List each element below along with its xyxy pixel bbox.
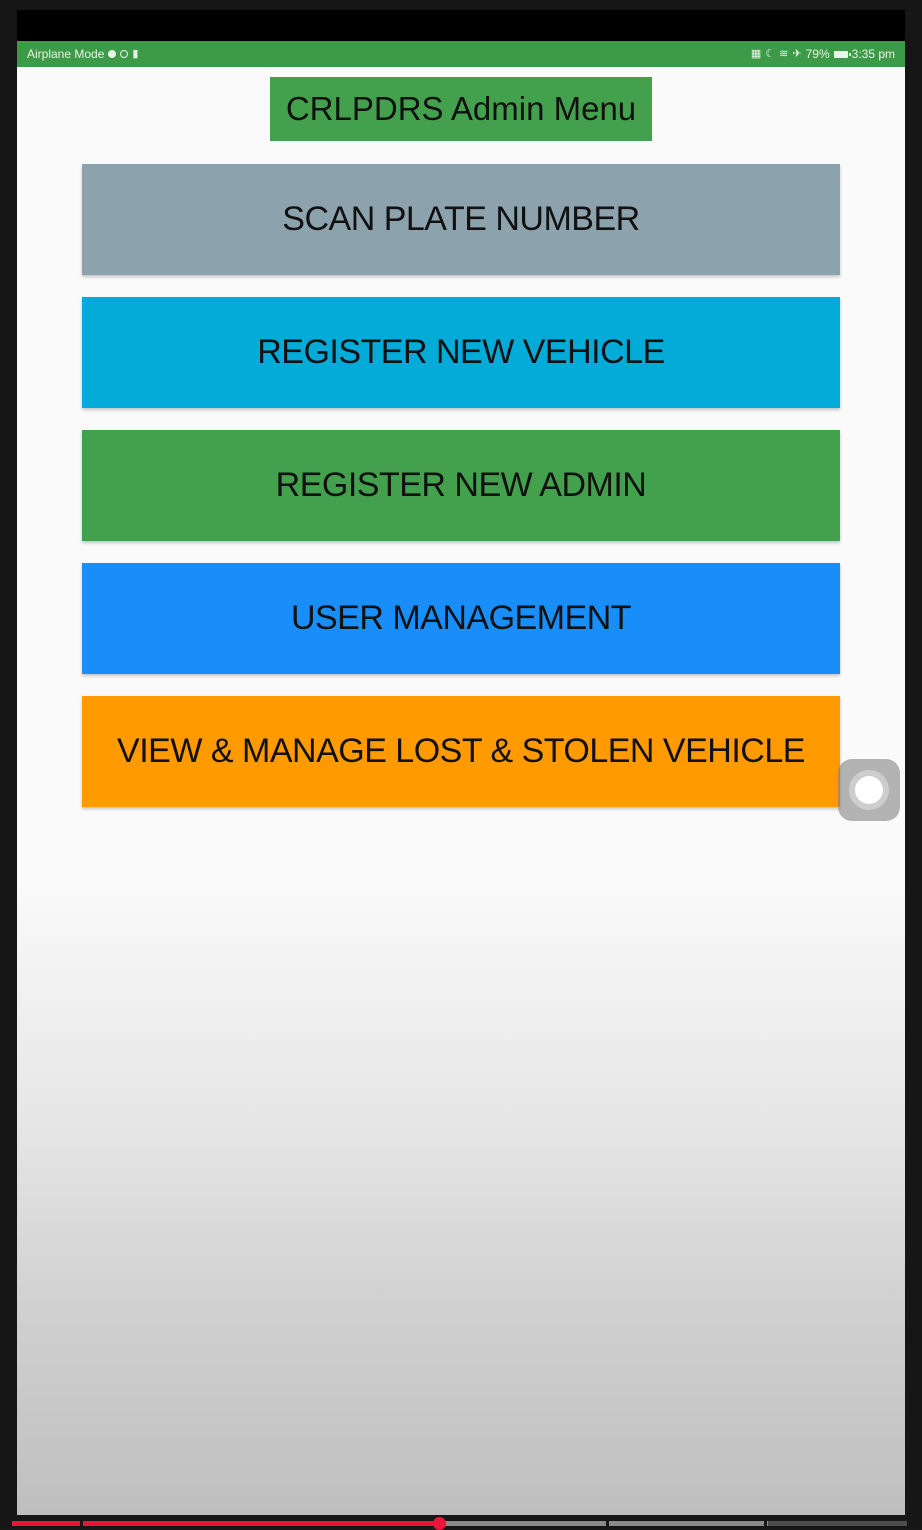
user-management-button[interactable]: USER MANAGEMENT: [82, 563, 840, 674]
lost-stolen-vehicle-label: VIEW & MANAGE LOST & STOLEN VEHICLE: [117, 732, 805, 770]
chapter-divider: [80, 1521, 83, 1526]
status-bar: Airplane Mode ▮ ▦ ☾ ≋ ✈ 79% 3:35 pm: [17, 41, 905, 67]
circle-icon: [120, 50, 129, 58]
airplane-icon: ✈: [792, 47, 802, 60]
chapter-divider: [764, 1521, 767, 1526]
page-title-text: CRLPDRS Admin Menu: [285, 90, 637, 127]
phone-screen: Airplane Mode ▮ ▦ ☾ ≋ ✈ 79% 3:35 pm CRLP…: [17, 41, 905, 1515]
status-bar-left: Airplane Mode ▮: [27, 47, 138, 61]
register-new-admin-label: REGISTER NEW ADMIN: [275, 466, 647, 504]
chapter-divider: [606, 1521, 609, 1526]
notification-icon: ▮: [132, 47, 139, 60]
register-new-vehicle-button[interactable]: REGISTER NEW VEHICLE: [82, 297, 840, 408]
status-bar-right: ▦ ☾ ≋ ✈ 79% 3:35 pm: [751, 47, 895, 61]
register-new-admin-button[interactable]: REGISTER NEW ADMIN: [82, 430, 840, 541]
video-played-bar: [12, 1521, 439, 1526]
battery-percent: 79%: [805, 47, 830, 61]
scan-plate-number-label: SCAN PLATE NUMBER: [282, 200, 640, 238]
assistive-touch-ring: [849, 770, 889, 810]
moon-icon: ☾: [765, 47, 776, 60]
video-progress-bar[interactable]: [12, 1517, 907, 1530]
wifi-icon: ≋: [779, 47, 789, 60]
battery-icon: [833, 50, 851, 58]
record-icon: [108, 50, 117, 58]
video-frame: Airplane Mode ▮ ▦ ☾ ≋ ✈ 79% 3:35 pm CRLP…: [0, 0, 922, 1530]
assistive-touch-core: [855, 776, 883, 804]
video-scrubber-handle[interactable]: [432, 1517, 446, 1530]
page-title: CRLPDRS Admin Menu: [270, 77, 652, 141]
airplane-mode-label: Airplane Mode: [27, 47, 105, 61]
sim-icon: ▦: [750, 47, 762, 60]
status-time: 3:35 pm: [851, 47, 895, 61]
lost-stolen-vehicle-button[interactable]: VIEW & MANAGE LOST & STOLEN VEHICLE: [82, 696, 840, 807]
video-letterbox-top: [17, 10, 905, 41]
register-new-vehicle-label: REGISTER NEW VEHICLE: [257, 333, 665, 371]
assistive-touch-icon[interactable]: [838, 759, 900, 821]
scan-plate-number-button[interactable]: SCAN PLATE NUMBER: [82, 164, 840, 275]
user-management-label: USER MANAGEMENT: [290, 599, 632, 637]
